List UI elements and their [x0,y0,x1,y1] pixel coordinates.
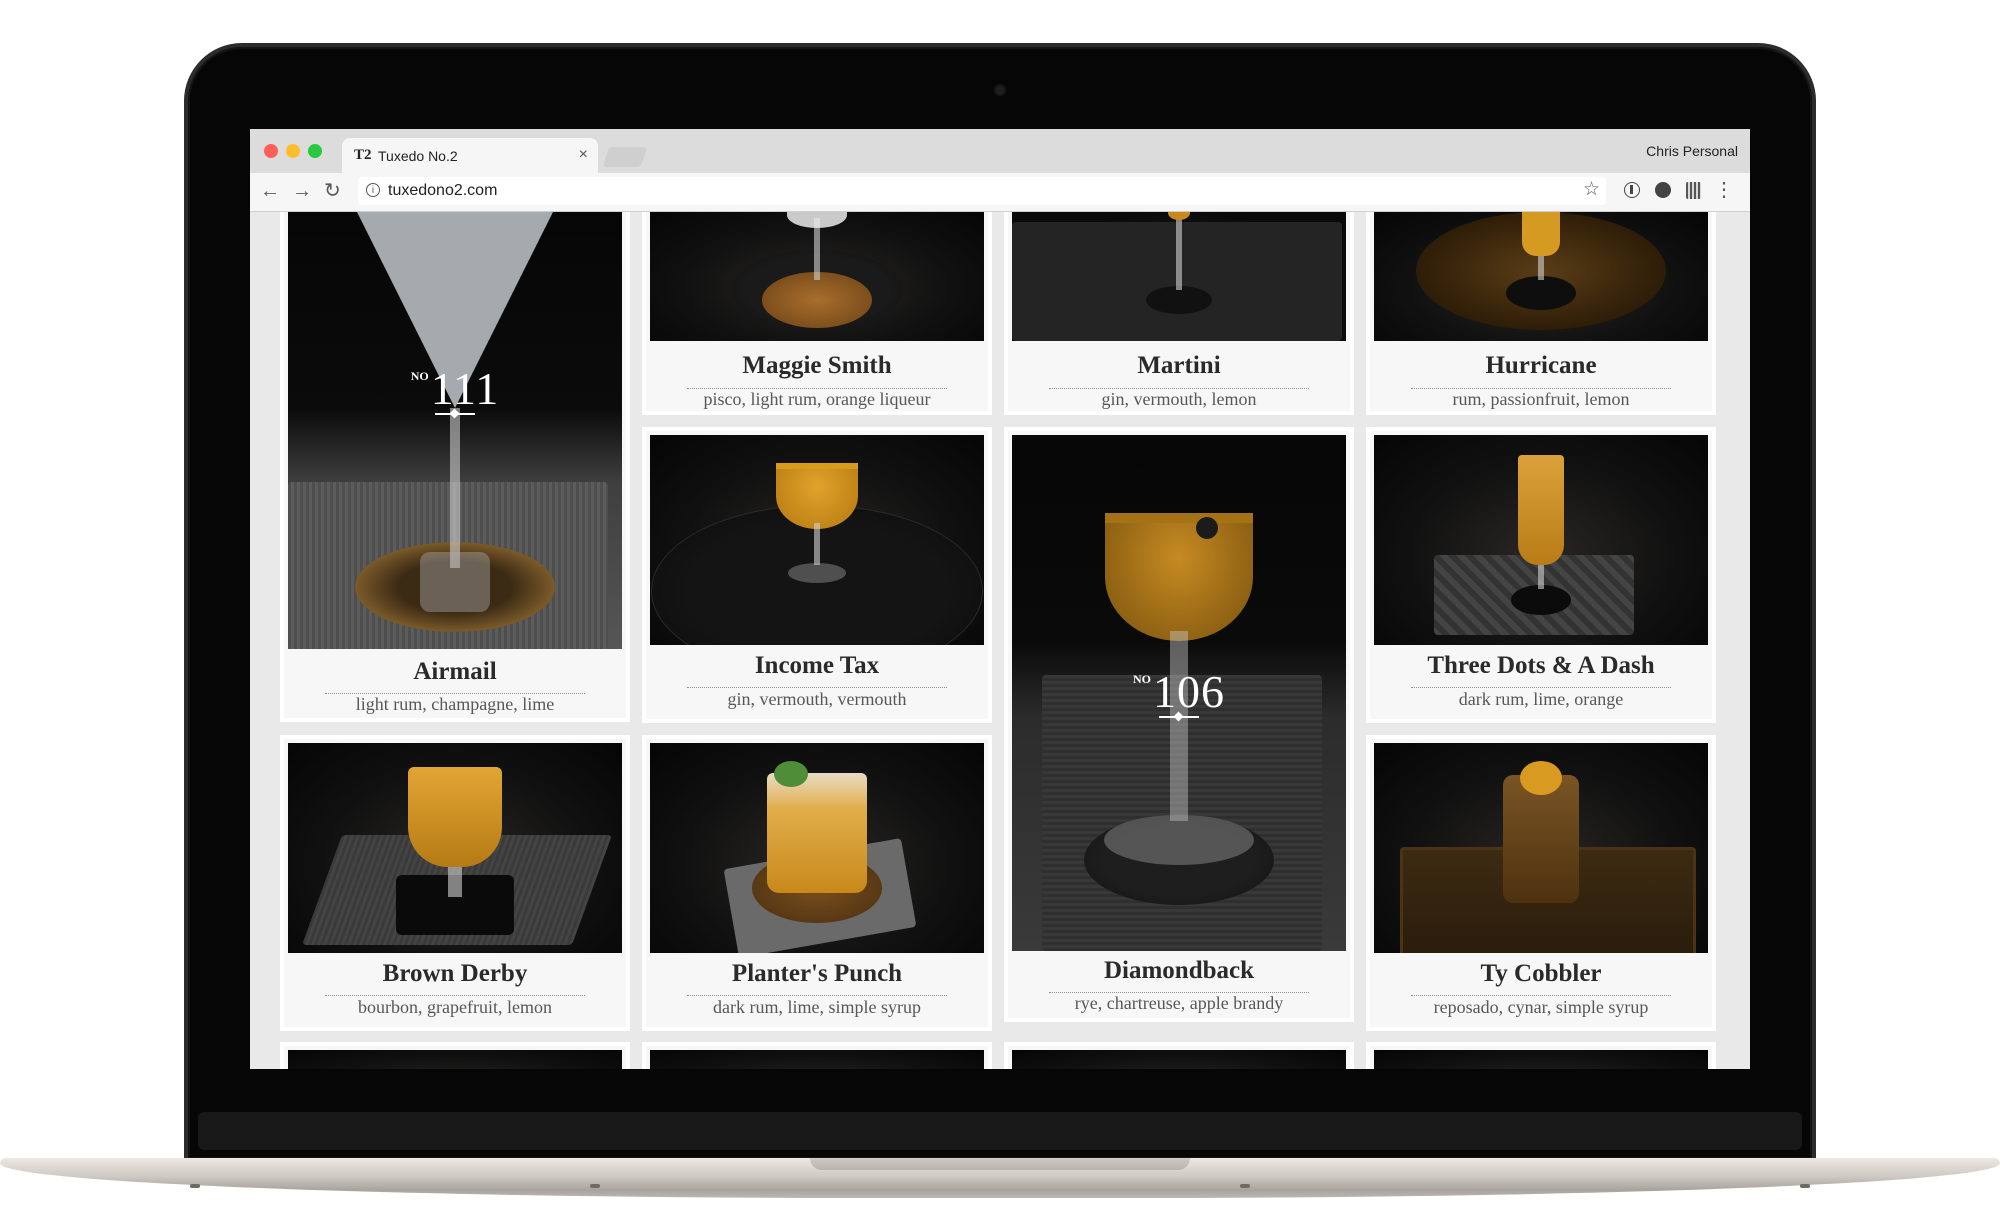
cocktail-photo [650,212,984,341]
cocktail-photo [288,212,622,649]
new-tab-button[interactable] [602,147,648,167]
laptop-foot [1800,1184,1810,1188]
cocktail-photo [1374,743,1708,953]
tab-title: Tuxedo No.2 [378,148,458,164]
browser-toolbar: ← → ↻ i tuxedono2.com ☆ ⋮ [250,173,1750,212]
cocktail-card[interactable]: NO111 Airmail light rum, champagne, lime [280,212,630,722]
cocktail-photo [1374,1050,1708,1069]
divider [687,687,947,688]
cocktail-grid: Maggie Smith pisco, light rum, orange li… [250,212,1750,1069]
cocktail-card[interactable]: Martini gin, vermouth, lemon [1004,212,1354,415]
cocktail-name[interactable]: Income Tax [646,652,988,680]
cocktail-photo [288,1050,622,1069]
badge-no-label: NO [1133,672,1151,686]
reload-icon[interactable]: ↻ [324,179,341,203]
cocktail-name[interactable]: Brown Derby [284,960,626,988]
cocktail-card[interactable]: Brown Derby bourbon, grapefruit, lemon [280,735,630,1031]
browser-titlebar: T2 Tuxedo No.2 × Chris Personal [250,129,1750,173]
forward-arrow-icon[interactable]: → [292,179,312,203]
close-window-button[interactable] [264,144,278,158]
recipe-number-badge: NO111 [284,362,626,415]
cocktail-name[interactable]: Three Dots & A Dash [1370,652,1712,680]
cocktail-card[interactable] [642,1042,992,1069]
cocktail-photo [1012,212,1346,341]
zoom-window-button[interactable] [308,144,322,158]
info-icon[interactable]: i [366,183,380,197]
cocktail-photo [1374,435,1708,645]
cocktail-name[interactable]: Airmail [284,658,626,686]
cocktail-card[interactable]: Three Dots & A Dash dark rum, lime, oran… [1366,427,1716,723]
back-arrow-icon[interactable]: ← [260,179,280,203]
browser-tab[interactable]: T2 Tuxedo No.2 × [342,138,598,173]
laptop-chin [198,1112,1802,1150]
browser-window: T2 Tuxedo No.2 × Chris Personal ← → ↻ i … [250,129,1750,1069]
laptop-base-notch [810,1158,1190,1170]
divider [687,995,947,996]
laptop-foot [590,1184,600,1188]
laptop-foot [190,1184,200,1188]
cocktail-ingredients: rye, chartreuse, apple brandy [1074,993,1284,1013]
cocktail-photo [650,743,984,953]
cocktail-photo [650,1050,984,1069]
cocktail-ingredients: dark rum, lime, orange [1458,689,1624,709]
cocktail-name[interactable]: Planter's Punch [646,960,988,988]
badge-number: 111 [430,363,500,414]
cocktail-photo [1374,212,1708,341]
password-extension-icon[interactable] [1624,182,1640,198]
cocktail-card[interactable]: Maggie Smith pisco, light rum, orange li… [642,212,992,415]
shield-extension-icon[interactable] [1655,182,1671,198]
cocktail-name[interactable]: Martini [1008,352,1350,380]
cocktail-ingredients: gin, vermouth, vermouth [727,689,907,709]
badge-ornament [435,413,475,415]
cocktail-photo [1012,1050,1346,1069]
cocktail-card[interactable] [1366,1042,1716,1069]
cocktail-ingredients: light rum, champagne, lime [355,694,555,714]
cocktail-card[interactable]: Planter's Punch dark rum, lime, simple s… [642,735,992,1031]
recipe-number-badge: NO106 [1008,665,1350,718]
cocktail-ingredients: reposado, cynar, simple syrup [1433,997,1649,1017]
cocktail-card[interactable]: Income Tax gin, vermouth, vermouth [642,427,992,723]
kebab-menu-icon[interactable]: ⋮ [1714,178,1734,202]
cocktail-ingredients: pisco, light rum, orange liqueur [703,389,931,409]
webcam [994,84,1006,96]
cocktail-card[interactable] [1004,1042,1354,1069]
cocktail-name[interactable]: Diamondback [1008,957,1350,985]
cocktail-name[interactable]: Ty Cobbler [1370,960,1712,988]
badge-ornament [1159,716,1199,718]
tuxedo-favicon-icon: T2 [354,147,372,163]
cocktail-card[interactable]: Hurricane rum, passionfruit, lemon [1366,212,1716,415]
divider [325,995,585,996]
url-text[interactable]: tuxedono2.com [388,182,497,200]
divider [1411,687,1671,688]
cocktail-name[interactable]: Hurricane [1370,352,1712,380]
cocktail-ingredients: gin, vermouth, lemon [1101,389,1257,409]
badge-number: 106 [1153,666,1225,717]
badge-no-label: NO [410,369,429,383]
tab-close-icon[interactable]: × [579,146,588,164]
cocktail-photo [288,743,622,953]
bookmark-star-icon[interactable]: ☆ [1583,178,1600,201]
address-bar[interactable]: i tuxedono2.com ☆ [358,177,1606,205]
cocktail-card[interactable] [280,1042,630,1069]
divider [1411,995,1671,996]
cocktail-card[interactable]: NO106 Diamondback rye, chartreuse, apple… [1004,427,1354,1022]
minimize-window-button[interactable] [286,144,300,158]
cocktail-photo [650,435,984,645]
cocktail-ingredients: dark rum, lime, simple syrup [713,997,921,1017]
profile-name[interactable]: Chris Personal [1646,143,1738,159]
cocktail-ingredients: bourbon, grapefruit, lemon [358,997,552,1017]
laptop-foot [1240,1184,1250,1188]
cocktail-name[interactable]: Maggie Smith [646,352,988,380]
cocktail-card[interactable]: Ty Cobbler reposado, cynar, simple syrup [1366,735,1716,1031]
library-extension-icon[interactable] [1686,182,1701,199]
cocktail-ingredients: rum, passionfruit, lemon [1452,389,1630,409]
